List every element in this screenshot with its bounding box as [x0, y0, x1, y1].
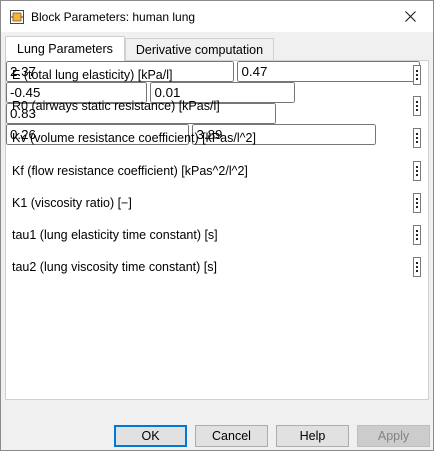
- close-button[interactable]: [387, 1, 433, 32]
- param-row-kf: Kf (flow resistance coefficient) [kPas^2…: [10, 160, 248, 182]
- param-input-r0[interactable]: [237, 61, 421, 82]
- param-label-tau2: tau2 (lung viscosity time constant) [s]: [12, 260, 217, 274]
- tab-derivative-computation[interactable]: Derivative computation: [124, 38, 275, 60]
- title-bar[interactable]: Block Parameters: human lung: [1, 1, 433, 32]
- param-label-kv: Kv (volume resistance coefficient) [kPas…: [12, 131, 256, 145]
- param-menu-tau2[interactable]: [413, 257, 421, 277]
- param-menu-e[interactable]: [413, 65, 421, 85]
- param-row-kv: Kv (volume resistance coefficient) [kPas…: [10, 127, 256, 149]
- tab-lung-parameters[interactable]: Lung Parameters: [5, 36, 125, 61]
- cancel-button[interactable]: Cancel: [195, 425, 268, 447]
- param-row-k1: K1 (viscosity ratio) [−]: [10, 192, 132, 214]
- param-label-r0: R0 (airways static resistance) [kPas/l]: [12, 99, 220, 113]
- param-label-k1: K1 (viscosity ratio) [−]: [12, 196, 132, 210]
- param-row-tau2: tau2 (lung viscosity time constant) [s]: [10, 256, 217, 278]
- block-icon: [9, 9, 25, 25]
- param-menu-tau1[interactable]: [413, 225, 421, 245]
- parameters-panel: E (total lung elasticity) [kPa/l] R0 (ai…: [5, 60, 429, 400]
- window-title: Block Parameters: human lung: [31, 9, 196, 24]
- param-menu-kv[interactable]: [413, 128, 421, 148]
- apply-button[interactable]: Apply: [357, 425, 430, 447]
- param-label-tau1: tau1 (lung elasticity time constant) [s]: [12, 228, 218, 242]
- help-button[interactable]: Help: [276, 425, 349, 447]
- param-label-kf: Kf (flow resistance coefficient) [kPas^2…: [12, 164, 248, 178]
- close-icon: [404, 11, 416, 22]
- param-menu-r0[interactable]: [413, 96, 421, 116]
- param-menu-k1[interactable]: [413, 193, 421, 213]
- param-label-e: E (total lung elasticity) [kPa/l]: [12, 68, 173, 82]
- dialog-window: Block Parameters: human lung Lung Parame…: [0, 0, 434, 451]
- ok-button[interactable]: OK: [114, 425, 187, 447]
- tab-strip: Lung Parameters Derivative computation: [5, 36, 275, 61]
- param-row-r0: R0 (airways static resistance) [kPas/l]: [10, 95, 220, 117]
- param-row-e: E (total lung elasticity) [kPa/l]: [10, 64, 172, 86]
- param-menu-kf[interactable]: [413, 161, 421, 181]
- param-row-tau1: tau1 (lung elasticity time constant) [s]: [10, 224, 218, 246]
